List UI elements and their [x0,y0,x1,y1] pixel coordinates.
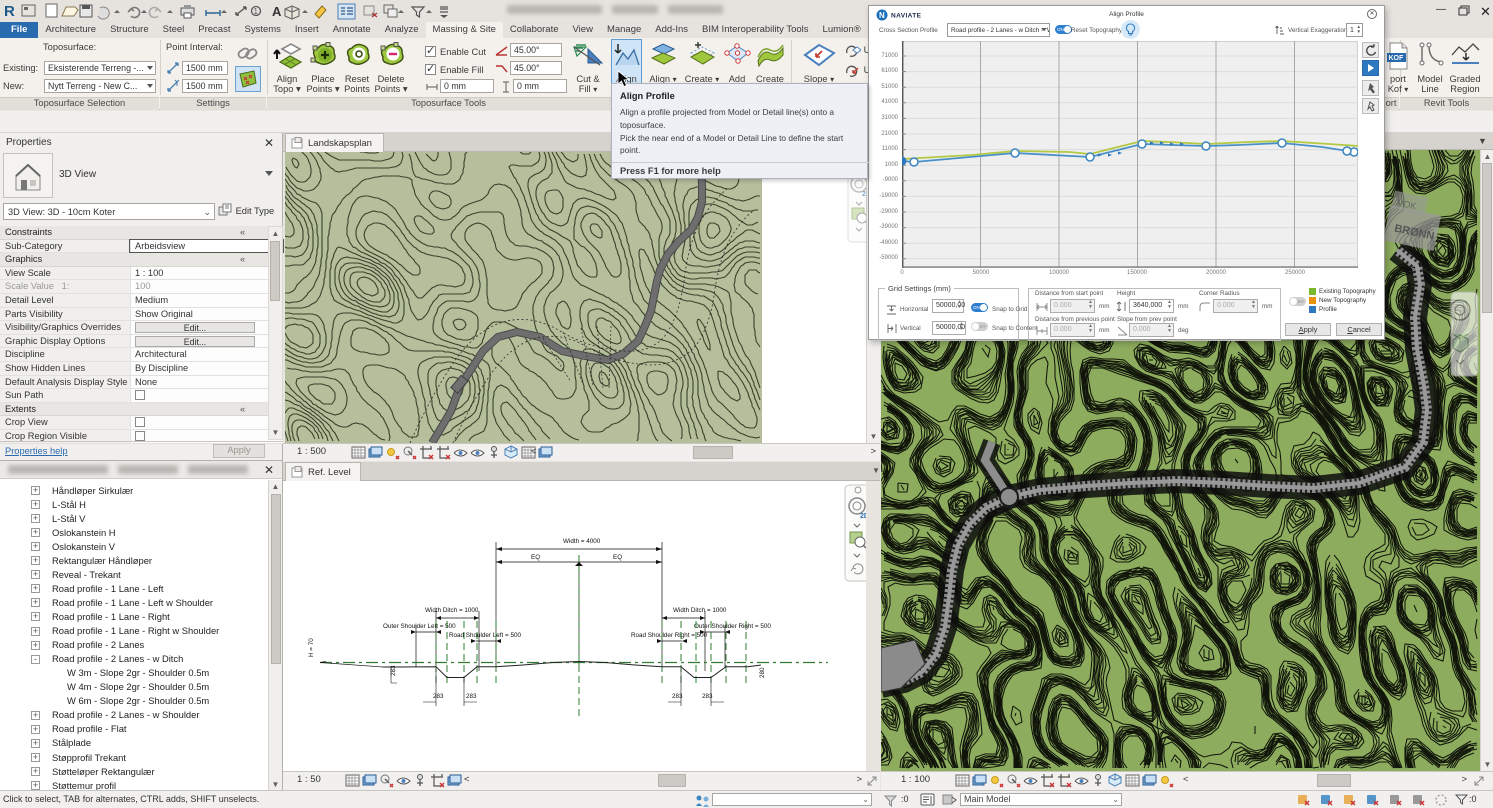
svg-text:Width Ditch = 1000: Width Ditch = 1000 [673,607,727,614]
svg-text:H = 70: H = 70 [308,638,315,657]
svg-text:EQ: EQ [531,554,540,561]
svg-text:1: 1 [254,7,259,16]
svg-text:283: 283 [466,693,477,700]
svg-text:Outer Shoulder Left = 500: Outer Shoulder Left = 500 [383,623,456,630]
svg-text:283: 283 [433,693,444,700]
svg-text:A: A [272,4,282,19]
svg-text:280: 280 [759,667,766,678]
svg-text:2D: 2D [860,513,866,520]
svg-text:Outer Shoulder Right = 500: Outer Shoulder Right = 500 [694,623,771,630]
svg-text:283: 283 [702,693,713,700]
svg-text:Road Shoulder Left = 500: Road Shoulder Left = 500 [449,632,521,639]
svg-text:283: 283 [672,693,683,700]
svg-text:KOF: KOF [1389,55,1405,62]
svg-text:EQ: EQ [613,554,622,561]
svg-text:Width Ditch = 1000: Width Ditch = 1000 [425,607,479,614]
svg-text:Width = 4000: Width = 4000 [563,538,601,545]
svg-text:R: R [4,3,15,20]
